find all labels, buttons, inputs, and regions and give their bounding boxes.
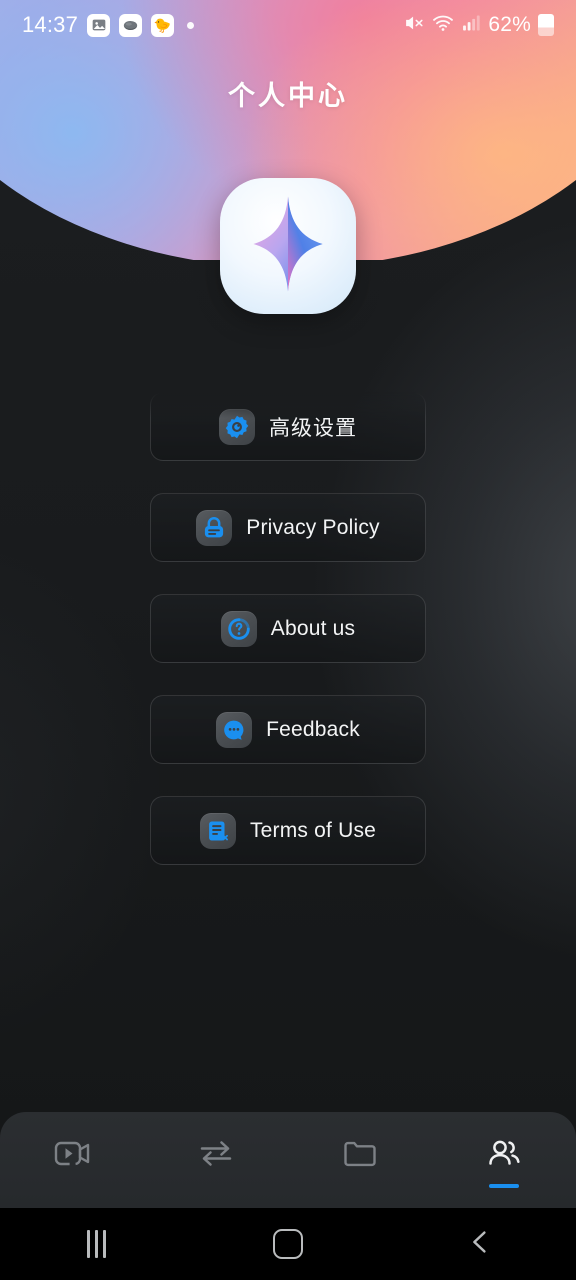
question-circle-icon xyxy=(220,610,257,647)
back-button[interactable] xyxy=(384,1208,576,1280)
tab-indicator xyxy=(489,1183,519,1188)
bottom-tab-bar xyxy=(0,1112,576,1208)
menu-item-privacy-policy[interactable]: Privacy Policy xyxy=(150,493,426,562)
recents-icon xyxy=(86,1230,106,1258)
home-button[interactable] xyxy=(192,1208,384,1280)
status-time: 14:37 xyxy=(22,12,79,37)
status-bar-left: 14:37 🐤 xyxy=(22,12,195,38)
tab-indicator xyxy=(57,1184,87,1188)
mute-icon xyxy=(403,12,425,39)
app-logo xyxy=(220,178,356,314)
back-icon xyxy=(465,1227,495,1262)
gear-icon xyxy=(219,408,255,445)
chat-bubble-icon xyxy=(216,711,253,748)
status-bar-right: 62% xyxy=(403,12,554,39)
lock-icon xyxy=(196,509,233,546)
photo-icon xyxy=(87,13,111,37)
battery-percent: 62% xyxy=(488,13,531,36)
tab-indicator xyxy=(345,1184,375,1188)
menu-item-label: About us xyxy=(270,616,356,640)
menu-list: 高级设置 Privacy Policy About us Feedback Te… xyxy=(0,392,576,872)
menu-item-label: Feedback xyxy=(266,717,360,741)
dot-indicator xyxy=(187,21,195,29)
menu-item-label: 高级设置 xyxy=(269,416,357,440)
menu-item-label: Terms of Use xyxy=(249,818,377,842)
tab-files[interactable] xyxy=(288,1112,432,1208)
android-nav-bar xyxy=(0,1208,576,1280)
people-icon xyxy=(481,1133,527,1178)
tab-video[interactable] xyxy=(0,1112,144,1208)
cloud-icon xyxy=(119,13,143,37)
folder-icon xyxy=(337,1133,383,1178)
tab-profile[interactable] xyxy=(432,1112,576,1208)
chick-icon: 🐤 xyxy=(151,13,175,37)
tab-indicator xyxy=(201,1184,231,1188)
menu-item-feedback[interactable]: Feedback xyxy=(150,695,426,764)
recents-button[interactable] xyxy=(0,1208,192,1280)
menu-item-about-us[interactable]: About us xyxy=(150,594,426,663)
tab-transfer[interactable] xyxy=(144,1112,288,1208)
transfer-arrows-icon xyxy=(193,1133,239,1178)
page-title: 个人中心 xyxy=(228,81,348,111)
home-icon xyxy=(273,1229,303,1259)
wifi-icon xyxy=(432,12,454,39)
video-camera-icon xyxy=(49,1133,95,1178)
menu-item-terms-of-use[interactable]: Terms of Use xyxy=(150,796,426,865)
sparkle-star-icon xyxy=(234,190,342,303)
signal-icon xyxy=(461,13,481,38)
battery-icon xyxy=(538,14,554,36)
menu-item-label: Privacy Policy xyxy=(246,515,380,539)
phone-screen: 14:37 🐤 62% 个人中心 高级设置 Privacy Policy Abo… xyxy=(0,0,576,1280)
document-icon xyxy=(199,812,236,849)
menu-item-advanced-settings[interactable]: 高级设置 xyxy=(150,392,426,461)
status-bar: 14:37 🐤 62% xyxy=(0,0,576,50)
